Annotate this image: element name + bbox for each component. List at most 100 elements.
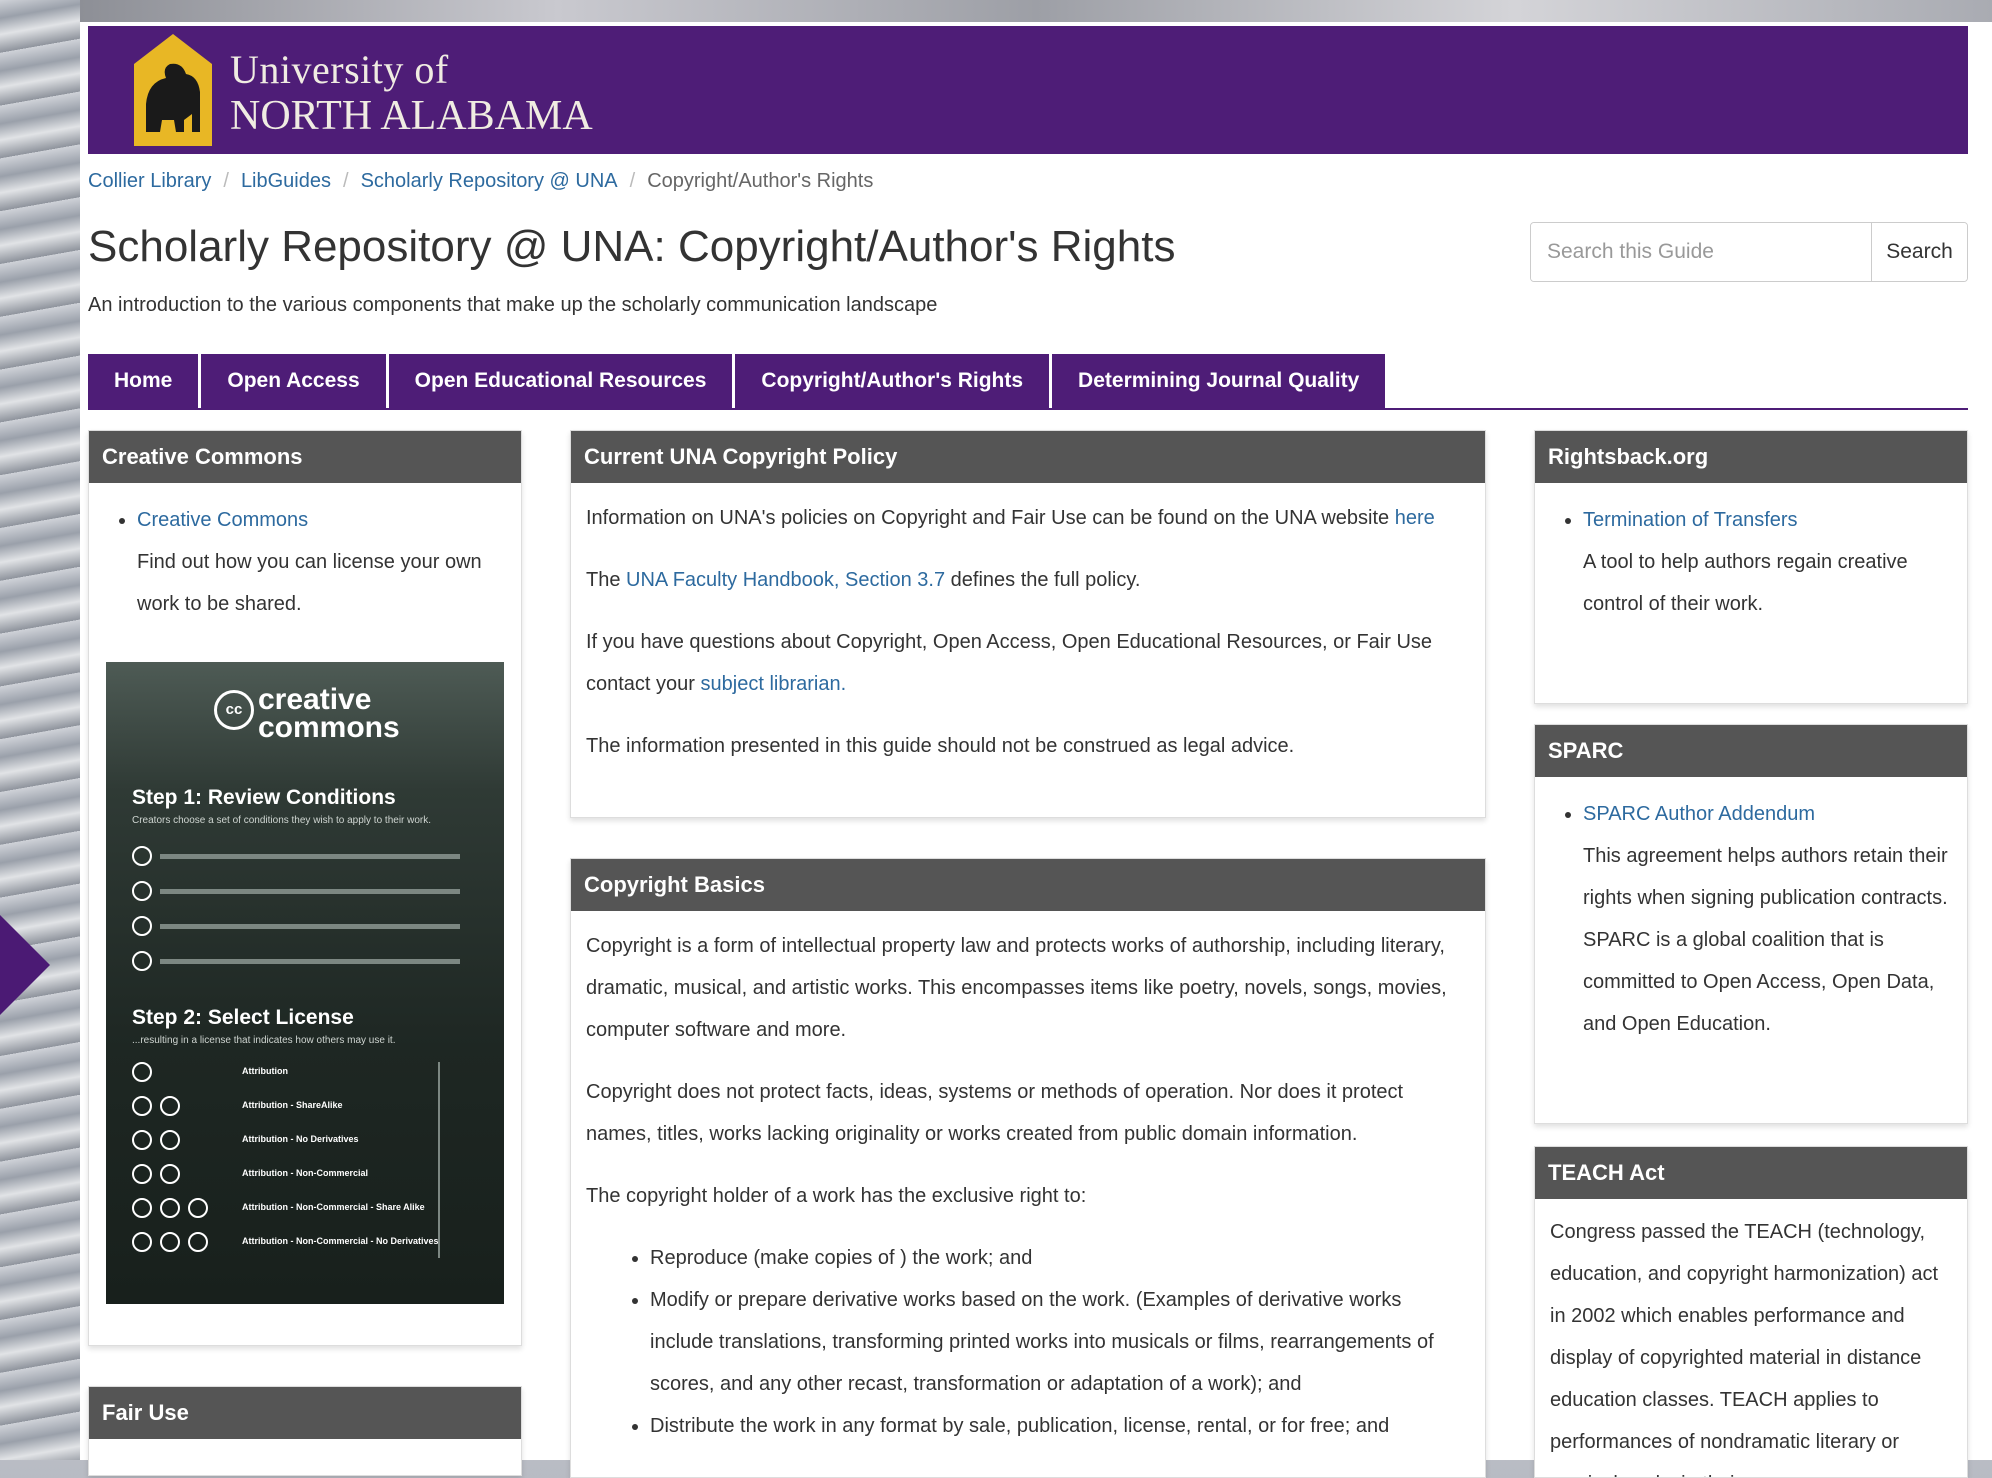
faculty-handbook-link[interactable]: UNA Faculty Handbook, Section 3.7 — [626, 569, 945, 591]
play-arrow-icon[interactable] — [0, 915, 50, 1015]
attribution-icon — [132, 1096, 152, 1116]
policy-text: defines the full policy. — [945, 569, 1141, 591]
list-item: Termination of Transfers A tool to help … — [1583, 499, 1952, 625]
copyright-basics-box: Copyright Basics Copyright is a form of … — [570, 858, 1486, 1478]
attribution-icon — [132, 1062, 152, 1082]
tab-home[interactable]: Home — [88, 354, 199, 408]
cc-license-label: Attribution - No Derivatives — [242, 1134, 359, 1144]
sparc-box: SPARC SPARC Author Addendum This agreeme… — [1534, 724, 1968, 1124]
basics-paragraph: Copyright does not protect facts, ideas,… — [586, 1081, 1404, 1145]
cc-condition-row — [132, 951, 460, 975]
cc-circle-icon: cc — [214, 690, 254, 730]
copyright-policy-body: Information on UNA's policies on Copyrig… — [571, 483, 1485, 783]
guide-tabs: Home Open Access Open Educational Resour… — [88, 354, 1968, 410]
logo-text-line2: NORTH ALABAMA — [230, 93, 593, 139]
creative-commons-description: Find out how you can license your own wo… — [137, 551, 482, 615]
creative-commons-body: Creative Commons Find out how you can li… — [89, 483, 521, 641]
non-commercial-icon — [160, 1232, 180, 1252]
search-button[interactable]: Search — [1871, 223, 1967, 281]
tab-open-educational-resources[interactable]: Open Educational Resources — [388, 354, 733, 408]
sparc-heading: SPARC — [1535, 725, 1967, 777]
breadcrumb-separator: / — [223, 170, 229, 192]
basics-paragraph: The copyright holder of a work has the e… — [586, 1185, 1087, 1207]
lion-shield-icon — [134, 34, 212, 146]
cc-license-label: Attribution - Non-Commercial — [242, 1168, 368, 1178]
background-top — [80, 0, 1992, 22]
policy-text: Information on UNA's policies on Copyrig… — [586, 507, 1395, 529]
breadcrumb-libguides[interactable]: LibGuides — [241, 170, 331, 192]
fair-use-heading: Fair Use — [89, 1387, 521, 1439]
teach-act-text: Congress passed the TEACH (technology, e… — [1550, 1221, 1939, 1477]
no-derivatives-icon — [132, 916, 152, 936]
breadcrumb: Collier Library / LibGuides / Scholarly Repo… — [88, 170, 873, 193]
list-item: Distribute the work in any format by sal… — [650, 1405, 1470, 1447]
cc-logo: cc creative commons — [214, 683, 428, 744]
tab-copyright-authors-rights[interactable]: Copyright/Author's Rights — [735, 354, 1050, 408]
page: University of NORTH ALABAMA Collier Libr… — [80, 22, 1992, 1478]
copyright-basics-body: Copyright is a form of intellectual prop… — [571, 911, 1485, 1463]
policy-disclaimer: The information presented in this guide … — [586, 735, 1295, 757]
attribution-icon — [132, 1164, 152, 1184]
cc-fine-print — [160, 888, 460, 894]
cc-condition-row — [132, 881, 460, 905]
page-subtitle: An introduction to the various component… — [88, 294, 938, 316]
subject-librarian-link[interactable]: subject librarian. — [701, 673, 847, 695]
creative-commons-link[interactable]: Creative Commons — [137, 509, 308, 531]
cc-license-row: Attribution - Non-Commercial - Share Ali… — [132, 1198, 472, 1222]
university-logo[interactable]: University of NORTH ALABAMA — [126, 34, 593, 146]
cc-license-row: Attribution - Non-Commercial - No Deriva… — [132, 1232, 472, 1256]
attribution-icon — [132, 1198, 152, 1218]
policy-text: The — [586, 569, 627, 591]
guide-search: Search — [1530, 222, 1968, 282]
attribution-icon — [132, 1232, 152, 1252]
rightsback-heading: Rightsback.org — [1535, 431, 1967, 483]
breadcrumb-current: Copyright/Author's Rights — [647, 170, 874, 192]
header-banner: University of NORTH ALABAMA — [88, 26, 1968, 154]
cc-license-label: Attribution - Non-Commercial - No Deriva… — [242, 1236, 439, 1246]
non-commercial-icon — [160, 1198, 180, 1218]
exclusive-rights-list: Reproduce (make copies of ) the work; an… — [586, 1237, 1470, 1447]
search-input[interactable] — [1531, 223, 1871, 281]
fair-use-box: Fair Use — [88, 1386, 522, 1476]
policy-paragraph: If you have questions about Copyright, O… — [586, 621, 1470, 705]
non-commercial-icon — [160, 1164, 180, 1184]
sparc-author-addendum-link[interactable]: SPARC Author Addendum — [1583, 803, 1815, 825]
breadcrumb-separator: / — [343, 170, 349, 192]
tab-determining-journal-quality[interactable]: Determining Journal Quality — [1052, 354, 1386, 408]
breadcrumb-collier-library[interactable]: Collier Library — [88, 170, 211, 192]
rightsback-description: A tool to help authors regain creative c… — [1583, 551, 1908, 615]
share-alike-icon — [132, 951, 152, 971]
tab-open-access[interactable]: Open Access — [201, 354, 386, 408]
creative-commons-heading: Creative Commons — [89, 431, 521, 483]
cc-logo-text: creative commons — [258, 683, 400, 744]
sparc-body: SPARC Author Addendum This agreement hel… — [1535, 777, 1967, 1061]
termination-of-transfers-link[interactable]: Termination of Transfers — [1583, 509, 1798, 531]
cc-license-label: Attribution - Non-Commercial - Share Ali… — [242, 1202, 425, 1212]
share-alike-icon — [160, 1096, 180, 1116]
share-alike-icon — [188, 1198, 208, 1218]
non-commercial-icon — [132, 881, 152, 901]
teach-act-body: Congress passed the TEACH (technology, e… — [1535, 1199, 1967, 1477]
cc-license-label: Attribution — [242, 1066, 288, 1076]
background-left — [0, 0, 80, 1460]
cc-license-row: Attribution - ShareAlike — [132, 1096, 472, 1120]
cc-scale-line — [438, 1062, 440, 1258]
cc-condition-row — [132, 916, 460, 940]
logo-text-line1: University of — [230, 47, 449, 92]
basics-paragraph: Copyright is a form of intellectual prop… — [586, 935, 1447, 1041]
cc-fine-print — [160, 853, 460, 859]
creative-commons-box: Creative Commons Creative Commons Find o… — [88, 430, 522, 1346]
page-title: Scholarly Repository @ UNA: Copyright/Au… — [88, 222, 1176, 271]
copyright-policy-heading: Current UNA Copyright Policy — [571, 431, 1485, 483]
teach-act-box: TEACH Act Congress passed the TEACH (tec… — [1534, 1146, 1968, 1478]
cc-step1-title: Step 1: Review Conditions — [132, 786, 396, 809]
cc-license-row: Attribution - No Derivatives — [132, 1130, 472, 1154]
attribution-icon — [132, 1130, 152, 1150]
rightsback-box: Rightsback.org Termination of Transfers … — [1534, 430, 1968, 704]
una-website-link[interactable]: here — [1395, 507, 1435, 529]
breadcrumb-scholarly-repository[interactable]: Scholarly Repository @ UNA — [361, 170, 618, 192]
sparc-description: This agreement helps authors retain thei… — [1583, 845, 1948, 1035]
cc-license-row: Attribution - Non-Commercial — [132, 1164, 472, 1188]
cc-fine-print — [160, 923, 460, 929]
cc-condition-row — [132, 846, 460, 870]
